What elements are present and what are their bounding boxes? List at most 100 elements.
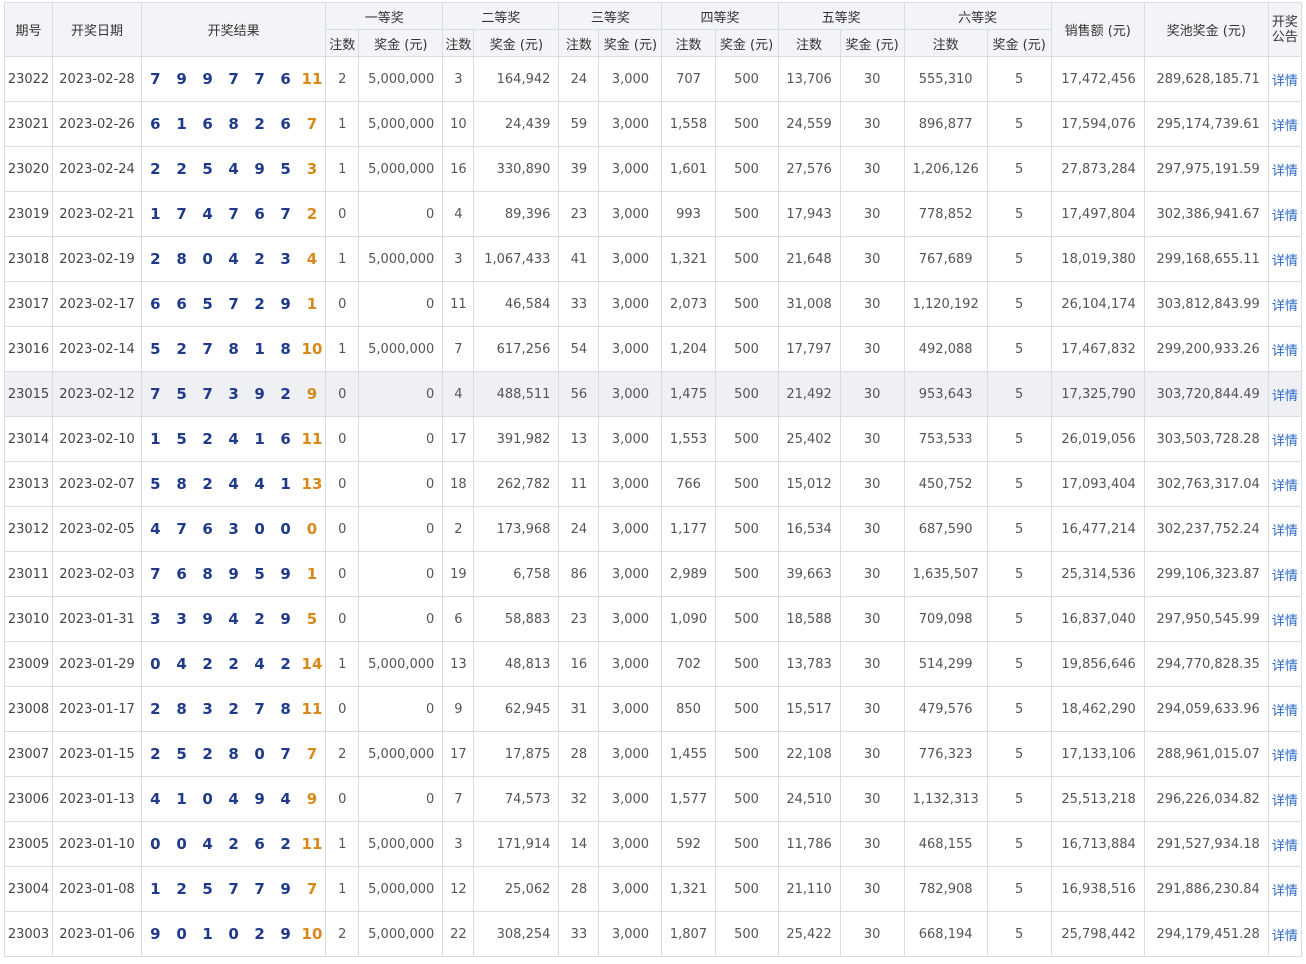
date-cell: 2023-02-14 <box>52 326 143 372</box>
ball-number: 3 <box>220 371 247 417</box>
prize2-amount-cell: 1,067,433 <box>473 236 560 282</box>
prize6-amount-cell: 5 <box>986 461 1052 507</box>
ball-number: 9 <box>272 596 299 642</box>
prize4-count-cell: 2,073 <box>661 281 716 327</box>
bonus-number: 7 <box>298 101 327 147</box>
bonus-number: 13 <box>298 461 327 507</box>
ball-number: 8 <box>194 551 221 597</box>
prize2-count-cell: 19 <box>442 551 475 597</box>
details-link-cell: 详情 <box>1267 101 1303 147</box>
prize6-amount-cell: 5 <box>986 866 1052 912</box>
details-link[interactable]: 详情 <box>1272 119 1298 134</box>
prize3-count-cell: 33 <box>558 281 600 327</box>
details-link[interactable]: 详情 <box>1272 569 1298 584</box>
prize3-count-cell: 23 <box>558 596 600 642</box>
prize4-amount-cell: 500 <box>714 866 779 912</box>
bonus-number: 3 <box>298 146 327 192</box>
prize2-count-cell: 17 <box>442 416 475 462</box>
prize5-count-cell: 15,517 <box>777 686 841 732</box>
prize2-count-cell: 4 <box>442 191 475 237</box>
details-link-cell: 详情 <box>1267 686 1303 732</box>
prize3-amount-cell: 3,000 <box>598 416 663 462</box>
prize2-count-cell: 3 <box>442 821 475 867</box>
prize5-count-cell: 24,510 <box>777 776 841 822</box>
details-link[interactable]: 详情 <box>1272 749 1298 764</box>
ball-number: 6 <box>246 191 273 237</box>
prize2-count-cell: 3 <box>442 56 475 102</box>
details-link[interactable]: 详情 <box>1272 614 1298 629</box>
details-link-cell: 详情 <box>1267 416 1303 462</box>
pool-cell: 294,179,451.28 <box>1143 911 1269 957</box>
table-row: 23006 2023-01-13 4 1 0 4 9 4 9 0 0 7 74,573 32 3,000 1,… <box>3 776 1303 822</box>
sales-cell: 17,472,456 <box>1050 56 1145 102</box>
date-cell: 2023-01-15 <box>52 731 143 777</box>
ball-number: 1 <box>168 101 195 147</box>
prize4-count-cell: 592 <box>661 821 716 867</box>
sales-cell: 16,938,516 <box>1050 866 1145 912</box>
details-link[interactable]: 详情 <box>1272 74 1298 89</box>
ball-number: 5 <box>168 731 195 777</box>
issue-cell: 23011 <box>3 551 54 597</box>
header-prize3-amount: 奖金 (元) <box>598 29 663 57</box>
prize3-count-cell: 14 <box>558 821 600 867</box>
details-link-cell: 详情 <box>1267 371 1303 417</box>
date-cell: 2023-02-24 <box>52 146 143 192</box>
table-row: 23014 2023-02-10 1 5 2 4 1 6 11 0 0 17 391,982 13 3,00… <box>3 416 1303 462</box>
details-link[interactable]: 详情 <box>1272 479 1298 494</box>
details-link[interactable]: 详情 <box>1272 299 1298 314</box>
ball-number: 6 <box>168 551 195 597</box>
prize6-count-cell: 753,533 <box>903 416 988 462</box>
ball-number: 3 <box>194 686 221 732</box>
date-cell: 2023-02-17 <box>52 281 143 327</box>
details-link[interactable]: 详情 <box>1272 164 1298 179</box>
prize4-amount-cell: 500 <box>714 686 779 732</box>
table-header: 期号 开奖日期 开奖结果 一等奖 二等奖 三等奖 四等奖 五等奖 六等奖 销售额… <box>3 2 1303 57</box>
prize1-amount-cell: 0 <box>358 776 444 822</box>
details-link[interactable]: 详情 <box>1272 659 1298 674</box>
details-link[interactable]: 详情 <box>1272 524 1298 539</box>
header-date: 开奖日期 <box>52 2 143 57</box>
details-link-cell: 详情 <box>1267 911 1303 957</box>
prize2-amount-cell: 24,439 <box>473 101 560 147</box>
prize1-amount-cell: 5,000,000 <box>358 146 444 192</box>
ball-number: 2 <box>246 596 273 642</box>
ball-number: 1 <box>141 416 169 462</box>
prize4-amount-cell: 500 <box>714 821 779 867</box>
prize1-amount-cell: 0 <box>358 461 444 507</box>
prize1-amount-cell: 5,000,000 <box>358 326 444 372</box>
header-prize4-amount: 奖金 (元) <box>714 29 779 57</box>
prize2-amount-cell: 58,883 <box>473 596 560 642</box>
ball-number: 4 <box>220 776 247 822</box>
details-link[interactable]: 详情 <box>1272 254 1298 269</box>
ball-number: 4 <box>246 641 273 687</box>
prize1-count-cell: 2 <box>325 56 360 102</box>
details-link[interactable]: 详情 <box>1272 209 1298 224</box>
issue-cell: 23022 <box>3 56 54 102</box>
sales-cell: 18,462,290 <box>1050 686 1145 732</box>
details-link[interactable]: 详情 <box>1272 389 1298 404</box>
date-cell: 2023-01-29 <box>52 641 143 687</box>
issue-cell: 23010 <box>3 596 54 642</box>
prize2-count-cell: 17 <box>442 731 475 777</box>
details-link[interactable]: 详情 <box>1272 704 1298 719</box>
prize3-amount-cell: 3,000 <box>598 506 663 552</box>
ball-number: 0 <box>220 911 247 957</box>
details-link[interactable]: 详情 <box>1272 344 1298 359</box>
prize1-count-cell: 0 <box>325 461 360 507</box>
ball-number: 8 <box>220 101 247 147</box>
details-link[interactable]: 详情 <box>1272 929 1298 944</box>
prize4-count-cell: 1,601 <box>661 146 716 192</box>
prize5-amount-cell: 30 <box>839 191 905 237</box>
sales-cell: 17,467,832 <box>1050 326 1145 372</box>
prize1-amount-cell: 5,000,000 <box>358 731 444 777</box>
prize1-amount-cell: 5,000,000 <box>358 56 444 102</box>
details-link[interactable]: 详情 <box>1272 839 1298 854</box>
details-link[interactable]: 详情 <box>1272 884 1298 899</box>
details-link[interactable]: 详情 <box>1272 434 1298 449</box>
ball-number: 0 <box>168 821 195 867</box>
prize3-count-cell: 11 <box>558 461 600 507</box>
header-pool: 奖池奖金 (元) <box>1143 2 1269 57</box>
ball-number: 2 <box>194 731 221 777</box>
sales-cell: 17,093,404 <box>1050 461 1145 507</box>
details-link[interactable]: 详情 <box>1272 794 1298 809</box>
